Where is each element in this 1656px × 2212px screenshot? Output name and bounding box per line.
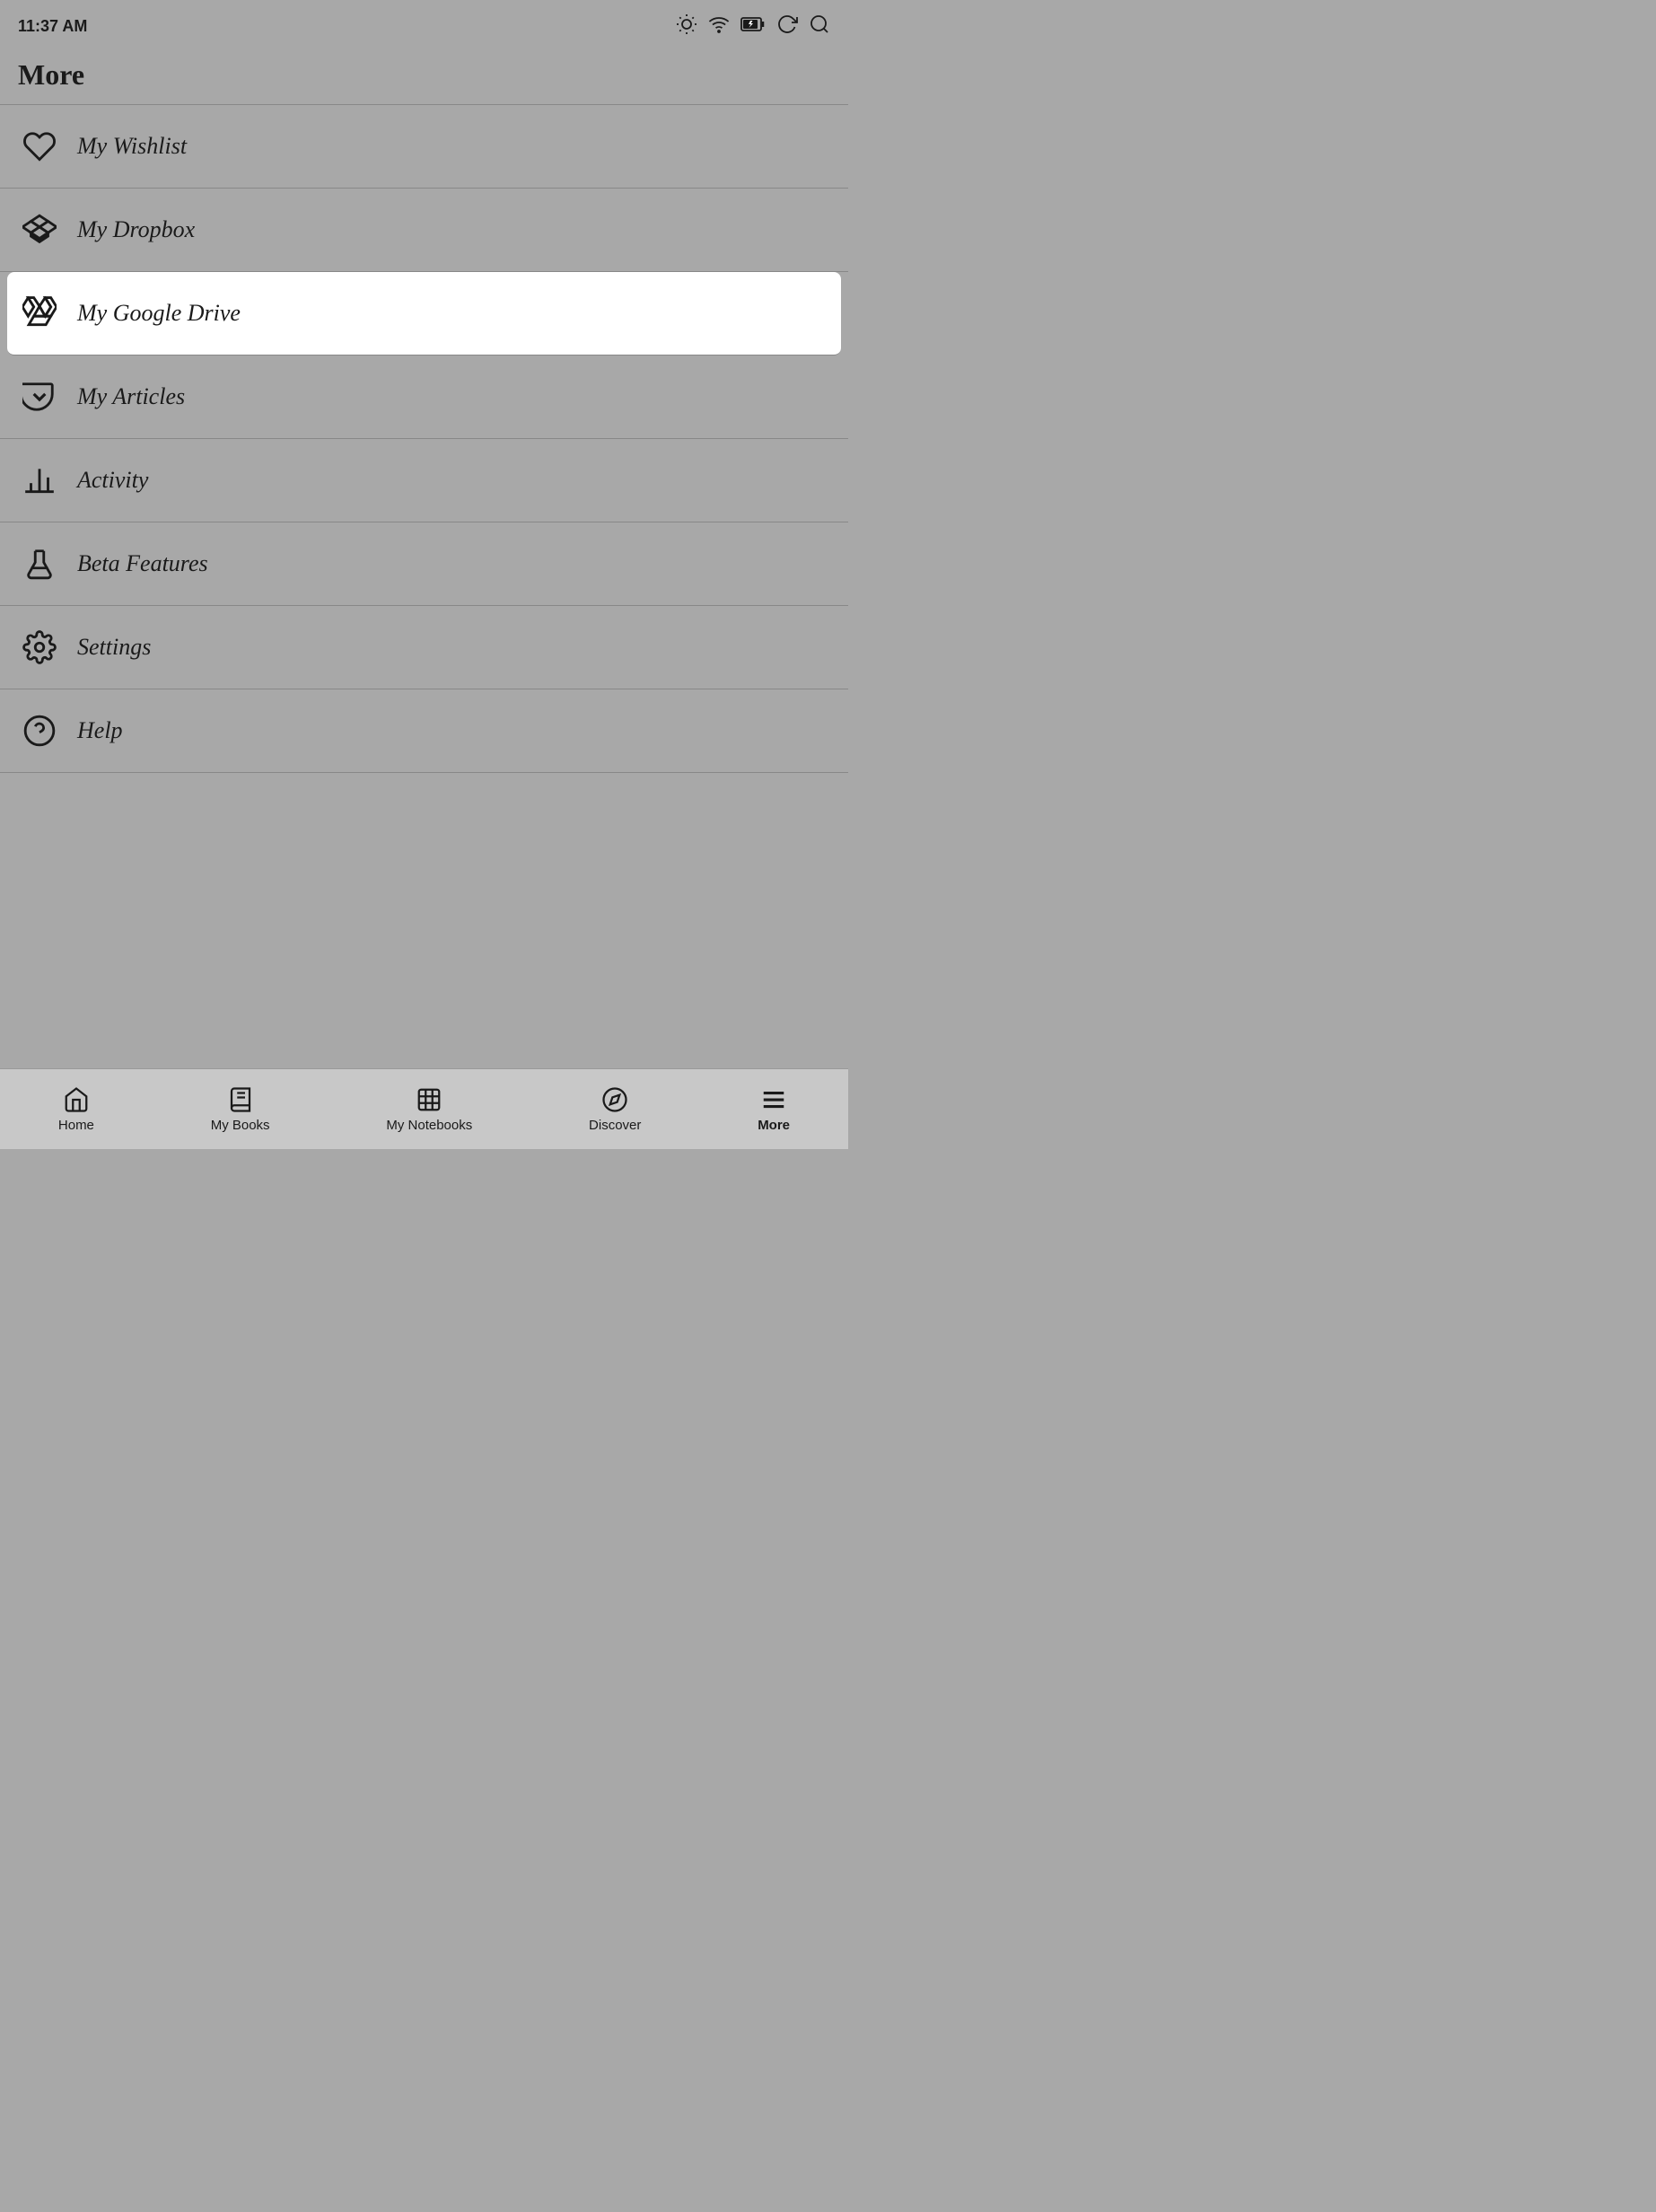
status-bar: 11:37 AM <box>0 0 848 49</box>
wishlist-label: My Wishlist <box>77 133 187 160</box>
nav-item-home[interactable]: Home <box>44 1078 109 1140</box>
menu-item-beta-features[interactable]: Beta Features <box>0 522 848 606</box>
nav-my-notebooks-label: My Notebooks <box>386 1118 472 1133</box>
pocket-icon <box>18 375 61 418</box>
books-icon <box>226 1085 255 1114</box>
home-icon <box>62 1085 91 1114</box>
bar-chart-icon <box>18 459 61 502</box>
page-title: More <box>18 58 830 92</box>
settings-icon <box>18 626 61 669</box>
wifi-icon <box>708 13 730 40</box>
status-time: 11:37 AM <box>18 17 87 36</box>
refresh-icon <box>776 13 798 40</box>
settings-label: Settings <box>77 634 151 661</box>
beta-features-label: Beta Features <box>77 550 208 577</box>
flask-icon <box>18 542 61 585</box>
help-label: Help <box>77 717 123 744</box>
menu-item-help[interactable]: Help <box>0 689 848 773</box>
menu-item-google-drive[interactable]: My Google Drive <box>7 272 841 356</box>
nav-discover-label: Discover <box>589 1118 641 1133</box>
menu-item-dropbox[interactable]: My Dropbox <box>0 189 848 272</box>
notebooks-icon <box>415 1085 443 1114</box>
brightness-icon <box>676 13 697 40</box>
discover-icon <box>600 1085 629 1114</box>
nav-home-label: Home <box>58 1118 94 1133</box>
main-content: 11:37 AM <box>0 0 848 1068</box>
nav-more-label: More <box>758 1118 790 1133</box>
page-header: More <box>0 49 848 105</box>
menu-icon <box>759 1085 788 1114</box>
nav-item-discover[interactable]: Discover <box>574 1078 655 1140</box>
menu-item-wishlist[interactable]: My Wishlist <box>0 105 848 189</box>
help-icon <box>18 709 61 752</box>
google-drive-label: My Google Drive <box>77 300 241 327</box>
nav-item-my-notebooks[interactable]: My Notebooks <box>372 1078 486 1140</box>
dropbox-icon <box>18 208 61 251</box>
activity-label: Activity <box>77 467 148 494</box>
menu-item-settings[interactable]: Settings <box>0 606 848 689</box>
nav-my-books-label: My Books <box>211 1118 270 1133</box>
articles-label: My Articles <box>77 383 185 410</box>
google-drive-icon <box>18 292 61 335</box>
heart-icon <box>18 125 61 168</box>
dropbox-label: My Dropbox <box>77 216 195 243</box>
nav-item-more[interactable]: More <box>743 1078 804 1140</box>
menu-item-articles[interactable]: My Articles <box>0 356 848 439</box>
nav-item-my-books[interactable]: My Books <box>197 1078 285 1140</box>
menu-item-activity[interactable]: Activity <box>0 439 848 522</box>
bottom-nav: Home My Books My Notebooks <box>0 1068 848 1149</box>
search-icon[interactable] <box>809 13 830 40</box>
menu-list: My Wishlist My Dropbox <box>0 105 848 773</box>
battery-icon <box>740 13 766 40</box>
status-icons <box>676 13 830 40</box>
